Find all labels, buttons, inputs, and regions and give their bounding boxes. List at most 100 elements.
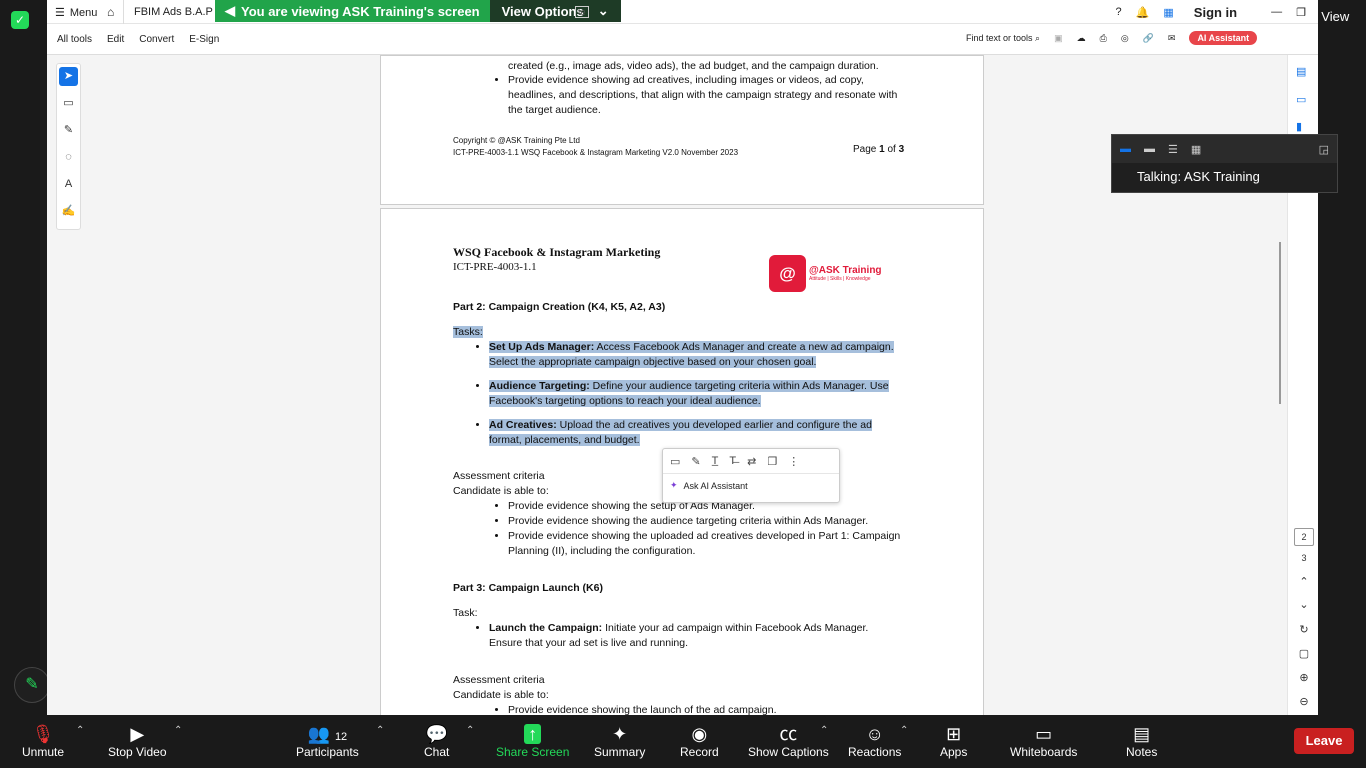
select-cursor-icon[interactable]: ➤ bbox=[59, 67, 78, 86]
comments-icon[interactable]: ▭ bbox=[1296, 93, 1306, 106]
zoom-right-strip bbox=[1318, 0, 1366, 715]
leave-button[interactable]: Leave bbox=[1294, 728, 1354, 754]
current-page-indicator[interactable]: 2 bbox=[1294, 528, 1314, 546]
annotate-pen-icon[interactable]: ✎ bbox=[14, 667, 50, 703]
toolbar-esign[interactable]: E-Sign bbox=[189, 34, 219, 45]
page-of: of bbox=[884, 144, 899, 155]
page-thumbnails-icon[interactable]: ▤ bbox=[1296, 65, 1306, 78]
sign-in-button[interactable]: Sign in bbox=[1194, 5, 1237, 20]
security-shield-icon[interactable]: ✓ bbox=[11, 11, 29, 29]
copy-icon[interactable]: ❐ bbox=[767, 455, 777, 468]
chevron-down-icon[interactable]: ⌄ bbox=[1294, 598, 1314, 611]
task-item: Ad Creatives: Upload the ad creatives yo… bbox=[489, 418, 899, 448]
underline-icon[interactable]: T̲ bbox=[712, 455, 719, 467]
save-icon[interactable]: ▣ bbox=[1054, 33, 1063, 44]
text-box-icon[interactable]: A bbox=[59, 175, 78, 194]
ask-ai-assistant-button[interactable]: ✦ Ask AI Assistant bbox=[663, 474, 839, 497]
home-icon[interactable]: ⌂ bbox=[107, 5, 114, 19]
reactions-label: Reactions bbox=[848, 745, 902, 759]
bell-icon[interactable]: 🔔 bbox=[1136, 6, 1150, 19]
caret-up-icon[interactable]: ⌃ bbox=[76, 725, 84, 736]
logo-text-block: @ASK Training Attitude | Skills | Knowle… bbox=[809, 265, 882, 282]
share-arrow-icon: ↑ bbox=[496, 723, 569, 745]
comment-icon[interactable]: ▭ bbox=[670, 455, 680, 468]
stop-video-button[interactable]: ▶ Stop Video ⌃ bbox=[108, 723, 182, 759]
whiteboards-button[interactable]: ▭ Whiteboards bbox=[1010, 723, 1077, 759]
task-bold: Set Up Ads Manager: bbox=[489, 341, 595, 353]
caret-up-icon[interactable]: ⌃ bbox=[820, 725, 828, 736]
page1-partial-line: created (e.g., image ads, video ads), th… bbox=[508, 60, 879, 72]
strikethrough-icon[interactable]: T̶ bbox=[729, 455, 736, 467]
search-doc-icon[interactable]: ◎ bbox=[1121, 33, 1129, 44]
notes-button[interactable]: ▤ Notes bbox=[1126, 723, 1157, 759]
ai-sparkle-icon: ✦ bbox=[670, 480, 678, 490]
summary-button[interactable]: ✦ Summary bbox=[594, 723, 645, 759]
link-icon[interactable]: 🔗 bbox=[1143, 33, 1154, 44]
record-button[interactable]: ◉ Record bbox=[680, 723, 719, 759]
gallery-view-icon[interactable]: ▦ bbox=[1191, 143, 1201, 156]
shared-screen: ☰ Menu ⌂ FBIM Ads B.A.P Ideati ◀ You are… bbox=[47, 0, 1318, 715]
bookmarks-icon[interactable]: ▮ bbox=[1296, 120, 1302, 133]
page-label: Page bbox=[853, 144, 880, 155]
view-options-button[interactable]: View Options ⌄ bbox=[489, 0, 621, 22]
toolbar-convert[interactable]: Convert bbox=[139, 34, 174, 45]
caret-up-icon[interactable]: ⌃ bbox=[900, 725, 908, 736]
tasks-list: Set Up Ads Manager: Access Facebook Ads … bbox=[489, 340, 899, 448]
caret-up-icon[interactable]: ⌃ bbox=[174, 725, 182, 736]
title-bar: ☰ Menu ⌂ FBIM Ads B.A.P Ideati ◀ You are… bbox=[47, 0, 1318, 24]
vertical-scrollbar[interactable] bbox=[1279, 242, 1281, 404]
upload-cloud-icon[interactable]: ☁ bbox=[1077, 33, 1086, 44]
apps-button[interactable]: ⊞ Apps bbox=[940, 723, 967, 759]
share-banner-message: ◀ You are viewing ASK Training's screen bbox=[215, 0, 490, 22]
draw-lasso-icon[interactable]: ◌ bbox=[59, 148, 78, 167]
strip-view-icon[interactable]: ☰ bbox=[1168, 143, 1178, 156]
highlight-pen-icon[interactable]: ✎ bbox=[59, 121, 78, 140]
caret-up-icon[interactable]: ⌃ bbox=[466, 725, 474, 736]
acrobat-toolbar: All tools Edit Convert E-Sign Find text … bbox=[47, 24, 1318, 55]
ai-assistant-button[interactable]: AI Assistant bbox=[1189, 31, 1258, 45]
pop-out-icon[interactable]: ◲ bbox=[1319, 143, 1329, 156]
show-captions-button[interactable]: ㏄ Show Captions ⌃ bbox=[748, 723, 829, 759]
share-screen-button[interactable]: ↑ Share Screen bbox=[496, 723, 569, 759]
fill-sign-icon[interactable]: ✍ bbox=[59, 202, 78, 221]
help-icon[interactable]: ? bbox=[1116, 6, 1122, 18]
refresh-icon[interactable]: ↻ bbox=[1294, 623, 1314, 636]
speaker-icon: ◀ bbox=[225, 3, 235, 18]
tasks-label-text: Tasks: bbox=[453, 326, 483, 338]
page-number: Page 1 of 3 bbox=[853, 142, 904, 157]
highlight-icon[interactable]: ✎ bbox=[691, 455, 700, 468]
participants-button[interactable]: 👥 12 Participants ⌃ bbox=[296, 723, 384, 759]
menu-button[interactable]: ☰ Menu bbox=[55, 6, 98, 20]
find-text-button[interactable]: Find text or tools ⌕ bbox=[966, 33, 1040, 44]
zoom-in-icon[interactable]: ⊕ bbox=[1294, 671, 1314, 684]
add-comment-icon[interactable]: ▭ bbox=[59, 94, 78, 113]
logo-mark-icon: @ bbox=[769, 255, 806, 292]
document-code: ICT-PRE-4003-1.1 bbox=[453, 261, 537, 273]
apps-grid-icon[interactable]: ▦ bbox=[1163, 6, 1173, 19]
unmute-button[interactable]: 🎙 Unmute ⌃ bbox=[22, 723, 84, 759]
title-bar-actions: ? 🔔 ▦ Sign in — ❐ bbox=[1116, 0, 1318, 24]
chat-button[interactable]: 💬 Chat ⌃ bbox=[424, 723, 474, 759]
restore-icon[interactable]: ❐ bbox=[1296, 6, 1306, 19]
selection-context-menu: ▭ ✎ T̲ T̶ ⇄ ❐ ⋮ ✦ Ask AI Assistant bbox=[662, 448, 840, 503]
more-options-icon[interactable]: ⋮ bbox=[788, 455, 799, 468]
email-icon[interactable]: ✉ bbox=[1168, 33, 1176, 44]
replace-text-icon[interactable]: ⇄ bbox=[747, 455, 756, 468]
minimize-view-icon[interactable]: ▬ bbox=[1120, 143, 1131, 155]
speaker-view-icon[interactable]: ▬ bbox=[1144, 143, 1155, 155]
toolbar-edit[interactable]: Edit bbox=[107, 34, 124, 45]
chevron-up-icon[interactable]: ⌃ bbox=[1294, 575, 1314, 588]
caret-up-icon[interactable]: ⌃ bbox=[376, 725, 384, 736]
find-text-label: Find text or tools bbox=[966, 32, 1033, 43]
criteria-item: Provide evidence showing the uploaded ad… bbox=[508, 529, 908, 559]
record-label: Record bbox=[680, 745, 719, 759]
reactions-button[interactable]: ☺ Reactions ⌃ bbox=[848, 723, 908, 759]
page-fit-icon[interactable]: ▢ bbox=[1294, 647, 1314, 660]
task-label: Task: bbox=[453, 607, 478, 619]
tab-fragment: te bbox=[575, 6, 589, 18]
minimize-icon[interactable]: — bbox=[1271, 6, 1282, 18]
menu-label: Menu bbox=[69, 6, 98, 19]
zoom-out-icon[interactable]: ⊖ bbox=[1294, 695, 1314, 708]
print-icon[interactable]: ⎙ bbox=[1100, 33, 1107, 44]
toolbar-all-tools[interactable]: All tools bbox=[57, 34, 92, 45]
